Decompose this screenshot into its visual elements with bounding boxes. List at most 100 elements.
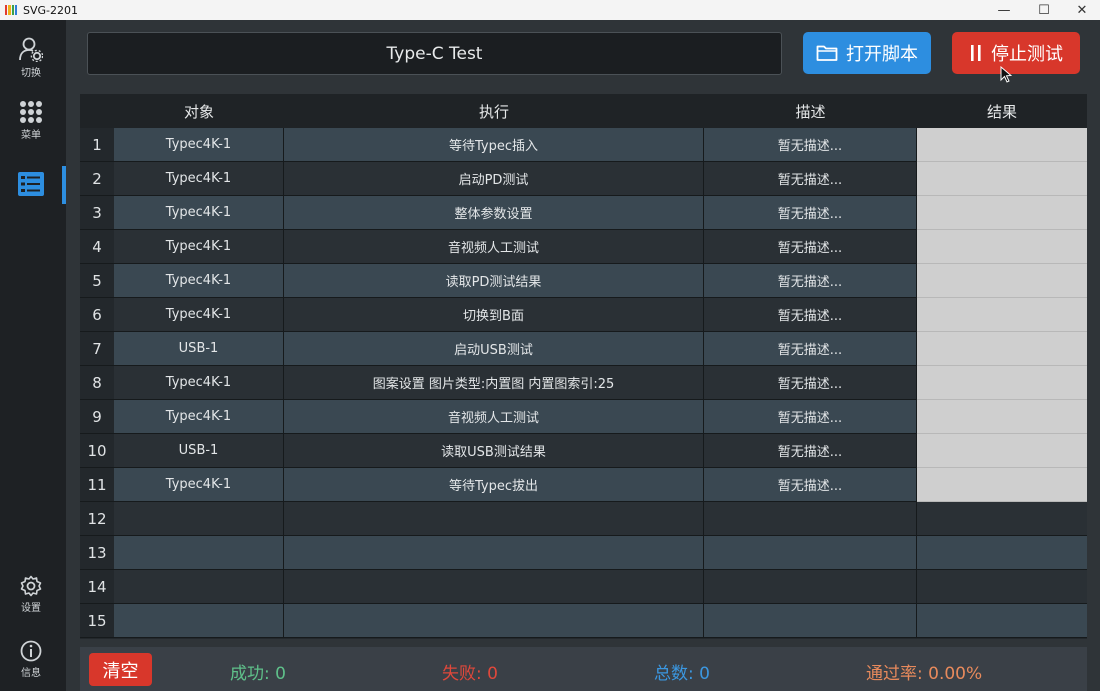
- action-cell[interactable]: 切换到B面: [284, 298, 704, 332]
- table-row[interactable]: 6 Typec4K-1 切换到B面 暂无描述...: [80, 298, 1087, 332]
- description-cell[interactable]: [704, 502, 917, 536]
- table-row-empty[interactable]: 14: [80, 570, 1087, 604]
- test-steps-table: 对象 执行 描述 结果 1 Typec4K-1 等待Typec插入 暂无描述..…: [80, 94, 1087, 639]
- sidebar-item-label: 信息: [21, 668, 41, 679]
- result-cell: [917, 536, 1087, 570]
- maximize-button[interactable]: ☐: [1026, 0, 1062, 20]
- gear-icon: [20, 575, 42, 597]
- object-cell[interactable]: Typec4K-1: [114, 298, 284, 332]
- pass-rate-value: 0.00%: [928, 664, 983, 684]
- table-row-empty[interactable]: 13: [80, 536, 1087, 570]
- table-row[interactable]: 8 Typec4K-1 图案设置 图片类型:内置图 内置图索引:25 暂无描述.…: [80, 366, 1087, 400]
- action-cell[interactable]: 图案设置 图片类型:内置图 内置图索引:25: [284, 366, 704, 400]
- column-header-action: 执行: [478, 102, 509, 121]
- action-cell[interactable]: [284, 570, 704, 604]
- description-cell[interactable]: 暂无描述...: [704, 162, 917, 196]
- result-cell: [917, 298, 1087, 332]
- object-cell[interactable]: Typec4K-1: [114, 366, 284, 400]
- sidebar-item-settings[interactable]: 设置: [0, 575, 62, 614]
- stop-test-button[interactable]: 停止测试: [952, 32, 1080, 74]
- action-cell[interactable]: 整体参数设置: [284, 196, 704, 230]
- object-cell[interactable]: Typec4K-1: [114, 264, 284, 298]
- description-cell[interactable]: 暂无描述...: [704, 128, 917, 162]
- description-cell[interactable]: [704, 604, 917, 638]
- checklist-icon: [18, 172, 44, 196]
- description-cell[interactable]: 暂无描述...: [704, 264, 917, 298]
- action-cell[interactable]: [284, 502, 704, 536]
- total-value: 0: [699, 664, 710, 684]
- table-row[interactable]: 7 USB-1 启动USB测试 暂无描述...: [80, 332, 1087, 366]
- action-cell[interactable]: 等待Typec拔出: [284, 468, 704, 502]
- row-index: 8: [80, 366, 114, 400]
- table-row[interactable]: 11 Typec4K-1 等待Typec拔出 暂无描述...: [80, 468, 1087, 502]
- sidebar-item-switch[interactable]: 切换: [0, 36, 62, 79]
- description-cell[interactable]: 暂无描述...: [704, 434, 917, 468]
- table-row[interactable]: 9 Typec4K-1 音视频人工测试 暂无描述...: [80, 400, 1087, 434]
- pass-rate-stat: 通过率: 0.00%: [866, 659, 982, 684]
- action-cell[interactable]: 等待Typec插入: [284, 128, 704, 162]
- window-titlebar: SVG-2201 — ☐ ✕: [0, 0, 1100, 20]
- object-cell[interactable]: Typec4K-1: [114, 400, 284, 434]
- table-row[interactable]: 10 USB-1 读取USB测试结果 暂无描述...: [80, 434, 1087, 468]
- object-cell[interactable]: [114, 604, 284, 638]
- action-cell[interactable]: 音视频人工测试: [284, 230, 704, 264]
- description-cell[interactable]: 暂无描述...: [704, 400, 917, 434]
- sidebar-item-info[interactable]: 信息: [0, 640, 62, 679]
- action-cell[interactable]: [284, 604, 704, 638]
- index-header: [80, 94, 114, 128]
- result-cell: [917, 400, 1087, 434]
- minimize-button[interactable]: —: [986, 0, 1022, 20]
- table-row[interactable]: 1 Typec4K-1 等待Typec插入 暂无描述...: [80, 128, 1087, 162]
- description-cell[interactable]: 暂无描述...: [704, 230, 917, 264]
- result-cell: [917, 570, 1087, 604]
- clear-button[interactable]: 清空: [89, 653, 152, 686]
- action-cell[interactable]: 音视频人工测试: [284, 400, 704, 434]
- sidebar-item-test-list[interactable]: [0, 172, 62, 196]
- row-index: 7: [80, 332, 114, 366]
- row-index: 6: [80, 298, 114, 332]
- action-cell[interactable]: [284, 536, 704, 570]
- description-cell[interactable]: [704, 570, 917, 604]
- description-cell[interactable]: 暂无描述...: [704, 366, 917, 400]
- action-cell[interactable]: 启动USB测试: [284, 332, 704, 366]
- open-script-button[interactable]: 打开脚本: [803, 32, 931, 74]
- result-cell: [917, 502, 1087, 536]
- object-cell[interactable]: [114, 570, 284, 604]
- description-cell[interactable]: 暂无描述...: [704, 332, 917, 366]
- description-cell[interactable]: 暂无描述...: [704, 196, 917, 230]
- object-cell[interactable]: [114, 502, 284, 536]
- table-row-empty[interactable]: 12: [80, 502, 1087, 536]
- action-cell[interactable]: 读取USB测试结果: [284, 434, 704, 468]
- window-title: SVG-2201: [23, 3, 78, 17]
- result-cell: [917, 162, 1087, 196]
- row-index: 11: [80, 468, 114, 502]
- object-cell[interactable]: Typec4K-1: [114, 128, 284, 162]
- action-cell[interactable]: 启动PD测试: [284, 162, 704, 196]
- row-index: 13: [80, 536, 114, 570]
- table-row[interactable]: 2 Typec4K-1 启动PD测试 暂无描述...: [80, 162, 1087, 196]
- description-cell[interactable]: [704, 536, 917, 570]
- close-button[interactable]: ✕: [1064, 0, 1100, 20]
- object-cell[interactable]: USB-1: [114, 332, 284, 366]
- object-cell[interactable]: Typec4K-1: [114, 162, 284, 196]
- object-cell[interactable]: Typec4K-1: [114, 196, 284, 230]
- row-index: 15: [80, 604, 114, 638]
- description-cell[interactable]: 暂无描述...: [704, 468, 917, 502]
- description-cell[interactable]: 暂无描述...: [704, 298, 917, 332]
- table-row-empty[interactable]: 15: [80, 604, 1087, 638]
- success-value: 0: [275, 664, 286, 684]
- fail-value: 0: [487, 664, 498, 684]
- object-cell[interactable]: [114, 536, 284, 570]
- table-row[interactable]: 3 Typec4K-1 整体参数设置 暂无描述...: [80, 196, 1087, 230]
- sidebar-item-menu[interactable]: 菜单: [0, 100, 62, 141]
- result-cell: [917, 604, 1087, 638]
- object-cell[interactable]: Typec4K-1: [114, 230, 284, 264]
- action-cell[interactable]: 读取PD测试结果: [284, 264, 704, 298]
- result-cell: [917, 434, 1087, 468]
- open-script-label: 打开脚本: [846, 44, 918, 65]
- object-cell[interactable]: USB-1: [114, 434, 284, 468]
- object-cell[interactable]: Typec4K-1: [114, 468, 284, 502]
- table-row[interactable]: 4 Typec4K-1 音视频人工测试 暂无描述...: [80, 230, 1087, 264]
- table-row[interactable]: 5 Typec4K-1 读取PD测试结果 暂无描述...: [80, 264, 1087, 298]
- column-header-result: 结果: [986, 102, 1017, 121]
